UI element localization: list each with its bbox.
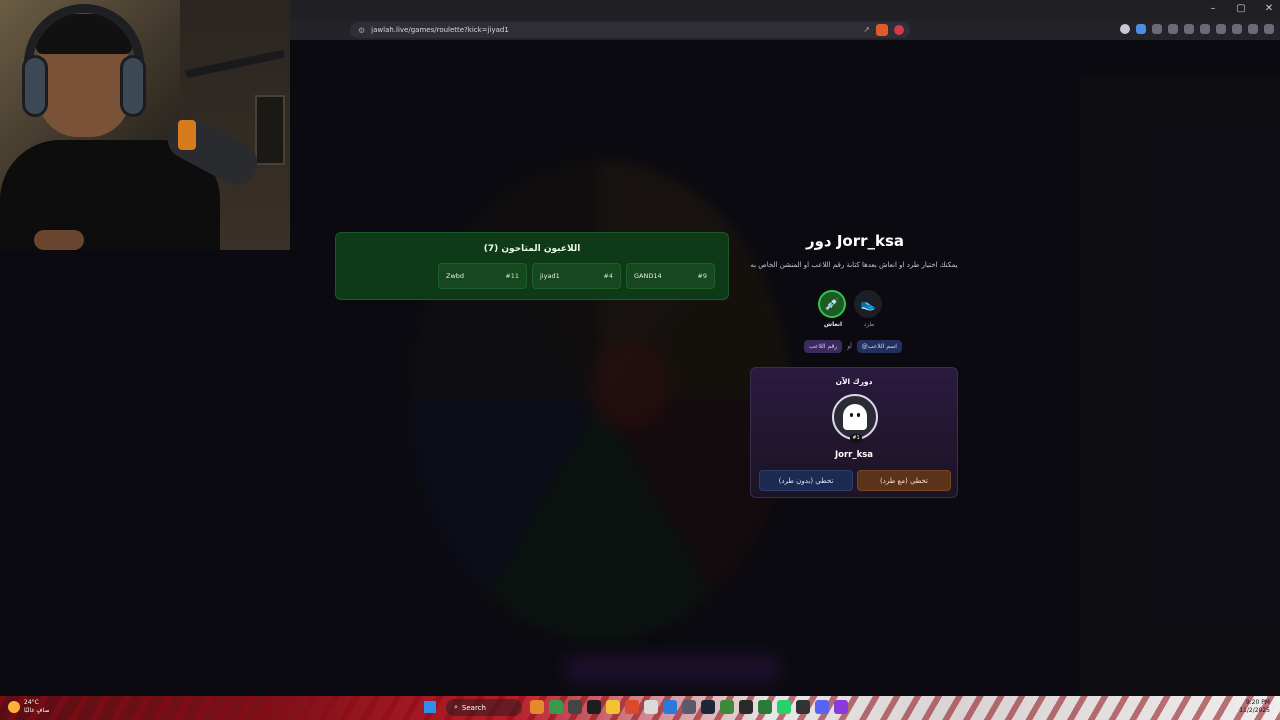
extension-icon[interactable] [1136, 24, 1146, 34]
revive-label: انعاش [823, 321, 843, 328]
or-text: أو [847, 343, 852, 350]
available-players-panel: اللاعبون المتاحون (7) Zwbd #11 jiyad1 #4… [335, 232, 729, 300]
steam-icon[interactable] [701, 700, 715, 714]
clock-date: 11/2/2025 [1239, 707, 1270, 714]
headphone-earcup [120, 55, 146, 117]
minimize-button[interactable]: – [1208, 3, 1218, 14]
share-icon[interactable]: ↗ [863, 25, 870, 34]
address-bar[interactable]: ⚙ jawlah.live/games/roulette?kick=jiyad1… [350, 22, 910, 38]
shoe-icon[interactable]: 👟 [854, 290, 882, 318]
avatar: #1 [832, 394, 878, 443]
site-info-icon[interactable]: ⚙ [358, 26, 365, 35]
xbox-icon[interactable] [720, 700, 734, 714]
url-text: jawlah.live/games/roulette?kick=jiyad1 [371, 26, 509, 34]
clock-time: 9:20 PM [1245, 699, 1270, 706]
extensions-bar [1120, 24, 1274, 34]
brave-rewards-icon[interactable] [894, 25, 904, 35]
player-badge: #1 [850, 434, 862, 443]
media-icon[interactable] [1200, 24, 1210, 34]
discord-icon[interactable] [815, 700, 829, 714]
vpn-icon[interactable] [1248, 24, 1258, 34]
ghost-icon [843, 404, 867, 430]
player-number: #4 [603, 272, 613, 280]
app-icon[interactable] [549, 700, 563, 714]
current-turn-caption: دورك الآن [835, 377, 873, 386]
weather-widget[interactable]: 24°C صافٍ غالبًا [8, 699, 49, 715]
search-icon: ⌕ [454, 703, 458, 711]
kick-label: طرد [863, 321, 875, 328]
webcam-overlay [0, 0, 290, 250]
players-title: اللاعبون المتاحون (7) [483, 244, 581, 254]
app-icon[interactable] [568, 700, 582, 714]
maximize-button[interactable]: ▢ [1236, 3, 1246, 14]
player-chip[interactable]: Zwbd #11 [438, 263, 527, 289]
weather-icon [8, 701, 20, 713]
profile-icon[interactable] [1120, 24, 1130, 34]
streamer-hand [34, 230, 84, 250]
player-chip[interactable]: GAND14 #9 [626, 263, 715, 289]
browser-toolbar: ⚐ ⚙ jawlah.live/games/roulette?kick=jiya… [290, 20, 1280, 40]
turn-actions: 💉 انعاش 👟 طرد [818, 290, 884, 328]
app-icon[interactable] [758, 700, 772, 714]
terminal-icon[interactable] [739, 700, 753, 714]
turn-title: دور Jorr_ksa [805, 232, 905, 250]
current-turn-card: دورك الآن #1 Jorr_ksa تخطي (بدون طرد) تخ… [750, 367, 958, 498]
extension-icon[interactable] [1168, 24, 1178, 34]
player-name: jiyad1 [540, 272, 560, 280]
input-hint: رقم اللاعب أو @اسم اللاعب [804, 340, 902, 353]
window-controls: – ▢ ✕ [1208, 3, 1274, 14]
app-icon[interactable] [834, 700, 848, 714]
windows-start-icon[interactable] [424, 701, 436, 713]
revive-action[interactable]: 💉 انعاش [818, 290, 848, 328]
player-name: Zwbd [446, 272, 465, 280]
headphone-earcup [22, 55, 48, 117]
wallet-icon[interactable] [1232, 24, 1242, 34]
player-name-tag: @اسم اللاعب [856, 340, 902, 353]
brave-icon[interactable] [625, 700, 639, 714]
system-clock[interactable]: 9:20 PM 11/2/2025 [1239, 699, 1270, 715]
players-list: Zwbd #11 jiyad1 #4 GAND14 #9 [438, 263, 715, 289]
extension-icon[interactable] [1152, 24, 1162, 34]
mic-clip [178, 120, 196, 150]
search-label: Search [461, 703, 486, 712]
player-chip[interactable]: jiyad1 #4 [532, 263, 621, 289]
whatsapp-icon[interactable] [777, 700, 791, 714]
current-player-name: Jorr_ksa [834, 450, 874, 460]
menu-icon[interactable] [1264, 24, 1274, 34]
puzzle-icon[interactable] [1184, 24, 1194, 34]
weather-temp: 24°C [24, 699, 39, 706]
player-number-tag: رقم اللاعب [804, 340, 843, 353]
app-icon[interactable] [796, 700, 810, 714]
taskbar-apps [530, 700, 848, 714]
taskbar-search[interactable]: ⌕ Search [446, 699, 522, 716]
skip-without-kick-button[interactable]: تخطي (بدون طرد) [759, 470, 853, 491]
player-number: #11 [505, 272, 519, 280]
edge-icon[interactable] [663, 700, 677, 714]
app-icon[interactable] [682, 700, 696, 714]
brave-shields-icon[interactable] [876, 24, 888, 36]
weather-desc: صافٍ غالبًا [24, 707, 50, 714]
turn-description: يمكنك اختيار طرد او انعاش بعدها كتابة رق… [750, 261, 958, 269]
app-icon[interactable] [530, 700, 544, 714]
kick-action[interactable]: 👟 طرد [854, 290, 884, 328]
player-number: #9 [697, 272, 707, 280]
app-icon[interactable] [644, 700, 658, 714]
player-name: GAND14 [634, 272, 662, 280]
wall-frame [255, 95, 285, 165]
skip-with-kick-button[interactable]: تخطي (مع طرد) [857, 470, 951, 491]
sidebar-icon[interactable] [1216, 24, 1226, 34]
close-button[interactable]: ✕ [1264, 3, 1274, 14]
app-icon[interactable] [587, 700, 601, 714]
taskbar: 24°C صافٍ غالبًا ⌕ Search 9:20 PM 11/2/2… [0, 696, 1280, 720]
folder-icon[interactable] [606, 700, 620, 714]
syringe-icon[interactable]: 💉 [818, 290, 846, 318]
